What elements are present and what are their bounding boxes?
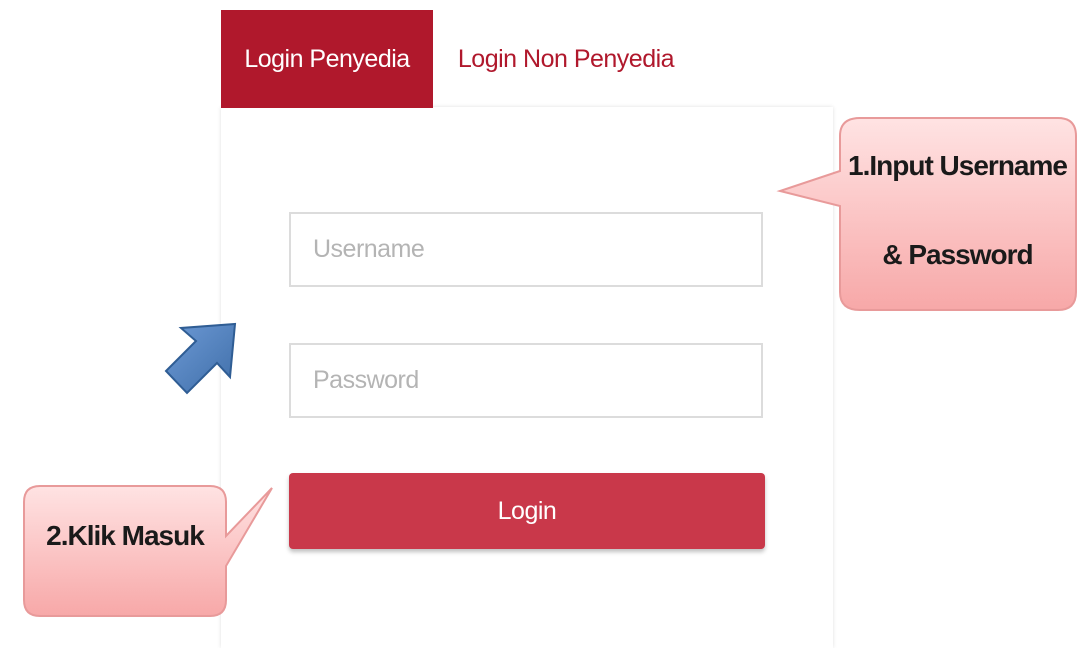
- password-input[interactable]: [289, 343, 763, 418]
- tab-login-non-penyedia[interactable]: Login Non Penyedia: [451, 10, 681, 108]
- callout-text-click: 2.Klik Masuk: [46, 520, 205, 551]
- login-tab-bar: Login Penyedia Login Non Penyedia: [221, 10, 833, 108]
- login-button[interactable]: Login: [289, 473, 765, 549]
- tab-login-penyedia-label: Login Penyedia: [244, 44, 410, 73]
- tab-login-penyedia[interactable]: Login Penyedia: [221, 10, 433, 108]
- tab-login-non-penyedia-label: Login Non Penyedia: [457, 44, 675, 73]
- login-button-label: Login: [497, 496, 557, 525]
- callout-text-line2: & Password: [882, 239, 1033, 270]
- callout-text-line1: 1.Input Username: [848, 150, 1068, 181]
- username-input[interactable]: [289, 212, 763, 287]
